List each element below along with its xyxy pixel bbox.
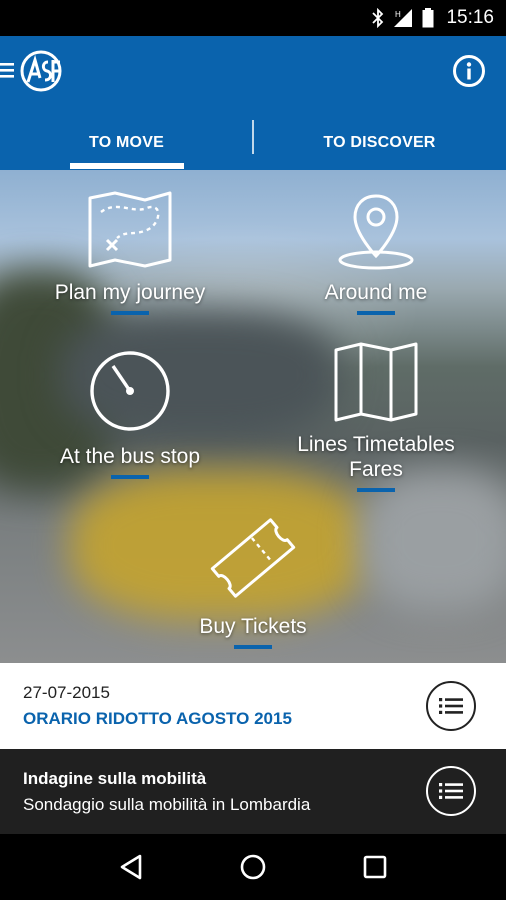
treasure-map-icon bbox=[88, 191, 172, 268]
folded-map-icon bbox=[334, 342, 418, 422]
lines-timetables-underline bbox=[357, 488, 395, 492]
active-tab-indicator bbox=[70, 163, 184, 169]
news-date: 27-07-2015 bbox=[23, 683, 110, 702]
survey-list-button[interactable] bbox=[426, 766, 476, 816]
home-button[interactable] bbox=[233, 847, 273, 887]
bus-stop-label: At the bus stop bbox=[59, 445, 201, 468]
around-me-button[interactable]: Around me bbox=[286, 190, 466, 315]
around-me-underline bbox=[357, 311, 395, 315]
home-circle-icon bbox=[240, 854, 266, 880]
bus-stop-button[interactable]: At the bus stop bbox=[40, 348, 220, 479]
app-bar: TO MOVE TO DISCOVER bbox=[0, 36, 506, 170]
buy-tickets-label: Buy Tickets bbox=[199, 615, 307, 638]
tab-to-move-label: TO MOVE bbox=[89, 134, 164, 151]
stopwatch-icon bbox=[90, 351, 170, 431]
ticket-icon bbox=[210, 518, 296, 598]
signal-icon: H bbox=[394, 9, 413, 27]
survey-item[interactable]: Indagine sulla mobilità Sondaggio sulla … bbox=[0, 749, 506, 834]
asf-logo[interactable] bbox=[20, 50, 62, 92]
list-icon bbox=[439, 783, 463, 799]
lines-timetables-label: Lines Timetables Fares bbox=[297, 433, 455, 481]
back-triangle-icon bbox=[120, 854, 142, 880]
plan-journey-label: Plan my journey bbox=[54, 281, 206, 304]
news-item[interactable]: 27-07-2015 ORARIO RIDOTTO AGOSTO 2015 bbox=[0, 663, 506, 749]
plan-journey-button[interactable]: Plan my journey bbox=[40, 190, 220, 315]
tab-divider bbox=[252, 120, 254, 154]
bluetooth-icon bbox=[372, 8, 384, 28]
status-bar: H 15:16 bbox=[0, 0, 506, 36]
hamburger-menu-icon[interactable] bbox=[0, 60, 18, 80]
buy-tickets-underline bbox=[234, 645, 272, 649]
tab-to-discover-label: TO DISCOVER bbox=[323, 134, 436, 151]
tab-to-discover[interactable]: TO DISCOVER bbox=[253, 116, 506, 170]
news-title: ORARIO RIDOTTO AGOSTO 2015 bbox=[23, 709, 292, 728]
list-icon bbox=[439, 698, 463, 714]
news-list-button[interactable] bbox=[426, 681, 476, 731]
info-icon[interactable] bbox=[452, 54, 486, 88]
hero-background: Plan my journey Around me At the bus sto… bbox=[0, 170, 506, 663]
tab-bar: TO MOVE TO DISCOVER bbox=[0, 116, 506, 170]
location-pin-icon bbox=[338, 194, 414, 270]
buy-tickets-button[interactable]: Buy Tickets bbox=[163, 510, 343, 649]
svg-text:H: H bbox=[395, 10, 401, 19]
lines-timetables-button[interactable]: Lines Timetables Fares bbox=[266, 342, 486, 492]
recents-button[interactable] bbox=[355, 847, 395, 887]
survey-subtitle: Sondaggio sulla mobilità in Lombardia bbox=[23, 795, 311, 814]
survey-title: Indagine sulla mobilità bbox=[23, 769, 207, 788]
plan-journey-underline bbox=[111, 311, 149, 315]
bus-stop-underline bbox=[111, 475, 149, 479]
tab-to-move[interactable]: TO MOVE bbox=[0, 116, 253, 170]
recents-square-icon bbox=[363, 855, 387, 879]
back-button[interactable] bbox=[111, 847, 151, 887]
around-me-label: Around me bbox=[324, 281, 428, 304]
system-nav-bar bbox=[0, 834, 506, 900]
status-time: 15:16 bbox=[446, 7, 494, 28]
battery-icon bbox=[422, 8, 434, 28]
